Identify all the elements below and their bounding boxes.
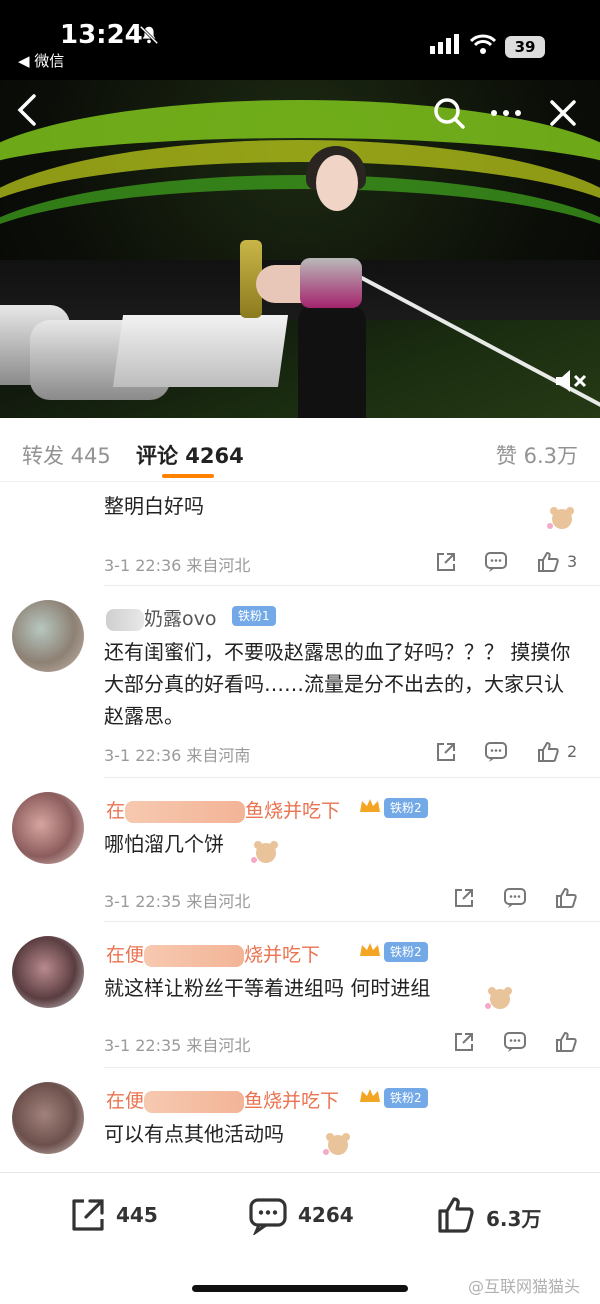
status-bar: 13:24 ◀ 微信 39 bbox=[0, 0, 600, 80]
comment-item: 整明白好吗 3-1 22:36 来自河北 3 bbox=[0, 482, 600, 586]
bear-sticker-icon bbox=[251, 841, 278, 863]
reply-icon[interactable] bbox=[503, 1030, 527, 1054]
avatar[interactable] bbox=[12, 600, 84, 672]
watermark: @互联网猫猫头 bbox=[468, 1277, 581, 1296]
search-icon[interactable] bbox=[432, 96, 466, 130]
crown-icon bbox=[360, 799, 380, 812]
repost-icon[interactable] bbox=[68, 1195, 108, 1235]
comment-username[interactable]: 在便 鱼烧并吃下 bbox=[106, 1086, 339, 1113]
comment-meta: 3-1 22:36 来自河南 bbox=[104, 746, 251, 765]
tab-comment[interactable]: 评论 4264 bbox=[136, 440, 244, 470]
like-icon[interactable] bbox=[536, 740, 560, 764]
fan-badge: 铁粉2 bbox=[384, 1088, 428, 1108]
comment-text: 还有闺蜜们，不要吸赵露思的血了好吗？？？ 摸摸你大部分真的好看吗……流量是分不出… bbox=[104, 640, 571, 728]
comment-username[interactable]: 在便 烧并吃下 bbox=[106, 940, 320, 967]
blurred-name bbox=[125, 800, 246, 823]
presenter-figure bbox=[316, 155, 358, 211]
comment-username[interactable]: 在 鱼烧并吃下 bbox=[106, 796, 340, 823]
comment-meta: 3-1 22:35 来自河北 bbox=[104, 1036, 251, 1055]
comment-item: 奶露ovo 铁粉1 还有闺蜜们，不要吸赵露思的血了好吗？？？ 摸摸你大部分真的好… bbox=[0, 586, 600, 778]
status-time: 13:24 bbox=[60, 20, 143, 50]
avatar[interactable] bbox=[12, 1082, 84, 1154]
comment-username[interactable]: 奶露ovo bbox=[106, 604, 217, 631]
repost-count[interactable]: 445 bbox=[116, 1203, 158, 1227]
username-text: 鱼烧并吃下 bbox=[245, 800, 341, 822]
mute-icon[interactable] bbox=[553, 366, 587, 396]
podium bbox=[112, 315, 289, 387]
share-icon[interactable] bbox=[434, 550, 458, 574]
fan-badge: 铁粉2 bbox=[384, 798, 428, 818]
tab-repost[interactable]: 转发 445 bbox=[22, 440, 111, 470]
close-icon[interactable] bbox=[548, 98, 578, 128]
like-count: 2 bbox=[567, 742, 578, 761]
more-icon[interactable] bbox=[488, 100, 524, 126]
signal-icon bbox=[430, 34, 459, 54]
bell-slash-icon bbox=[139, 25, 159, 45]
bear-sticker-icon bbox=[485, 987, 512, 1009]
username-text: 在 bbox=[106, 800, 126, 822]
presenter-figure bbox=[300, 258, 362, 308]
crown-icon bbox=[360, 1089, 380, 1102]
back-arrow-icon[interactable] bbox=[14, 92, 42, 128]
blurred-name bbox=[144, 1090, 245, 1113]
active-tab-indicator bbox=[162, 474, 214, 478]
username-text: 在便 bbox=[106, 1090, 145, 1112]
like-count: 3 bbox=[567, 552, 578, 571]
comment-text: 整明白好吗 bbox=[104, 494, 204, 518]
comment-icon[interactable] bbox=[248, 1195, 288, 1235]
blurred-name bbox=[106, 608, 144, 631]
tab-like[interactable]: 赞 6.3万 bbox=[496, 440, 578, 470]
username-text: 在便 bbox=[106, 944, 145, 966]
bear-sticker-icon bbox=[323, 1133, 350, 1155]
fan-badge: 铁粉2 bbox=[384, 942, 428, 962]
fan-badge: 铁粉1 bbox=[232, 606, 276, 626]
like-icon[interactable] bbox=[554, 1030, 578, 1054]
comment-item: 在便 鱼烧并吃下 铁粉2 可以有点其他活动吗 bbox=[0, 1068, 600, 1172]
wifi-icon bbox=[470, 34, 496, 54]
username-text: 鱼烧并吃下 bbox=[244, 1090, 340, 1112]
like-count[interactable]: 6.3万 bbox=[486, 1203, 541, 1232]
bear-sticker-icon bbox=[547, 507, 574, 529]
battery-icon: 39 bbox=[505, 36, 545, 58]
comment-meta: 3-1 22:36 来自河北 bbox=[104, 556, 251, 575]
username-text: 奶露ovo bbox=[144, 608, 217, 630]
avatar[interactable] bbox=[12, 792, 84, 864]
comment-item: 在便 烧并吃下 铁粉2 就这样让粉丝干等着进组吗 何时进组 3-1 22:35 来… bbox=[0, 922, 600, 1068]
crown-icon bbox=[360, 943, 380, 956]
share-icon[interactable] bbox=[452, 1030, 476, 1054]
like-icon[interactable] bbox=[536, 550, 560, 574]
bottom-action-bar: 445 4264 6.3万 @互联网猫猫头 bbox=[0, 1172, 600, 1304]
like-icon[interactable] bbox=[554, 886, 578, 910]
back-to-wechat-link[interactable]: ◀ 微信 bbox=[18, 50, 64, 71]
reply-icon[interactable] bbox=[484, 740, 508, 764]
like-icon[interactable] bbox=[436, 1195, 476, 1235]
share-icon[interactable] bbox=[452, 886, 476, 910]
reply-icon[interactable] bbox=[503, 886, 527, 910]
presenter-figure bbox=[298, 305, 366, 418]
video-player[interactable] bbox=[0, 80, 600, 418]
comment-item: 在 鱼烧并吃下 铁粉2 哪怕溜几个饼 3-1 22:35 来自河北 bbox=[0, 778, 600, 922]
username-text: 烧并吃下 bbox=[244, 944, 321, 966]
avatar[interactable] bbox=[12, 936, 84, 1008]
comment-count[interactable]: 4264 bbox=[298, 1203, 354, 1227]
comment-text: 哪怕溜几个饼 bbox=[104, 832, 224, 856]
share-icon[interactable] bbox=[434, 740, 458, 764]
reply-icon[interactable] bbox=[484, 550, 508, 574]
home-indicator[interactable] bbox=[192, 1285, 408, 1292]
interaction-tabs: 转发 445 评论 4264 赞 6.3万 bbox=[0, 418, 600, 482]
blurred-name bbox=[144, 944, 245, 967]
comment-meta: 3-1 22:35 来自河北 bbox=[104, 892, 251, 911]
